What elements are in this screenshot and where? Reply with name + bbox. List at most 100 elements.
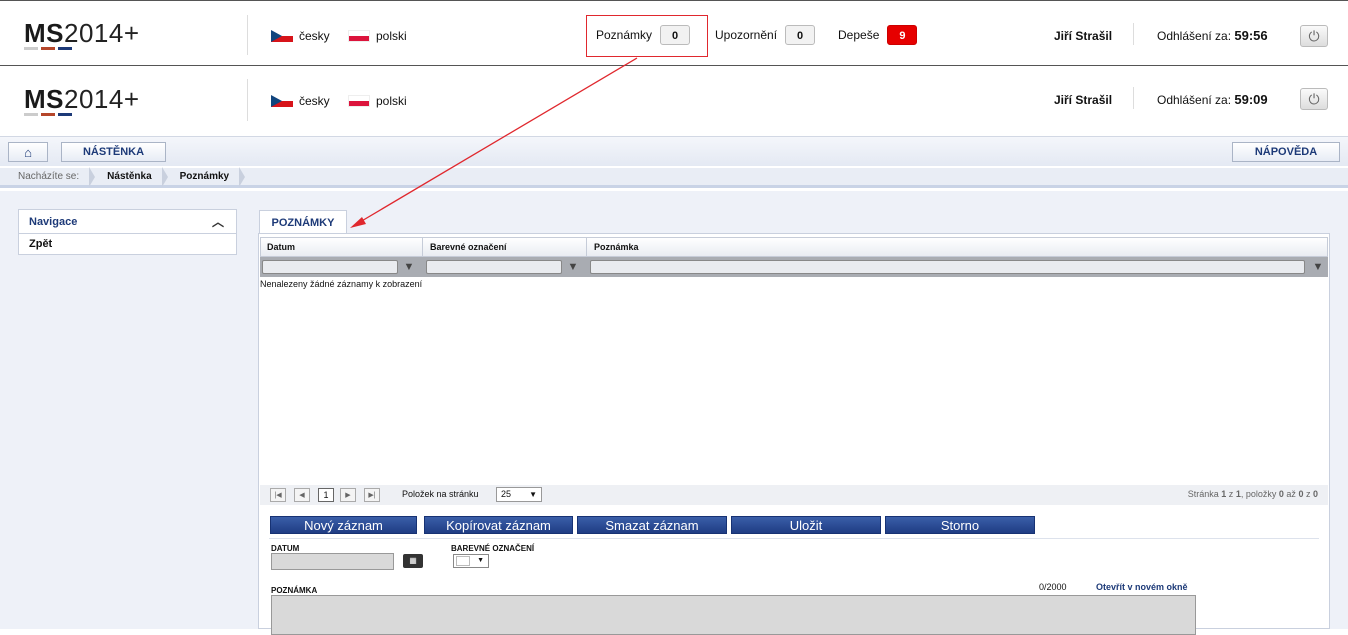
divider <box>1133 23 1134 45</box>
breadcrumb-prefix: Nacházíte se: <box>0 166 96 187</box>
page-size-select[interactable]: 25 ▼ <box>496 487 542 502</box>
pager-text: , položky <box>1240 489 1277 499</box>
logo-ms: MS <box>24 84 64 114</box>
logout-label: Odhlášení za: <box>1157 93 1232 107</box>
chevron-up-icon: ︿ <box>211 215 224 229</box>
filter-icon[interactable]: ▼ <box>567 260 579 274</box>
lang-pl-label: polski <box>376 29 407 43</box>
logo-year: 2014+ <box>64 18 140 48</box>
nav-item-back[interactable]: Zpět <box>19 234 236 254</box>
pager-text: z <box>1305 489 1311 499</box>
first-page-icon[interactable]: |◀ <box>270 488 286 502</box>
delete-record-button[interactable]: Smazat záznam <box>577 516 727 534</box>
logo[interactable]: MS2014+ <box>24 18 140 49</box>
logo-year: 2014+ <box>64 84 140 114</box>
logout-time: 59:56 <box>1234 28 1268 43</box>
pager-text: až <box>1286 489 1296 499</box>
date-input[interactable] <box>271 553 394 570</box>
next-page-icon[interactable]: ▶ <box>340 488 356 502</box>
col-date[interactable]: Datum <box>261 238 423 256</box>
page-size-label: Položek na stránku <box>402 489 479 499</box>
logo-ms: MS <box>24 18 64 48</box>
navigation-panel: Navigace ︿ Zpět <box>18 209 237 255</box>
power-icon[interactable]: ⏻ <box>1300 25 1328 47</box>
cz-flag-icon <box>271 95 293 107</box>
home-icon: ⌂ <box>24 144 32 160</box>
logout-timer: Odhlášení za: 59:09 <box>1157 92 1268 107</box>
messages-counter[interactable]: Depeše 9 <box>838 25 918 45</box>
logo-bars <box>24 113 72 116</box>
help-button[interactable]: NÁPOVĚDA <box>1232 142 1340 162</box>
col-note[interactable]: Poznámka <box>588 238 1328 256</box>
lang-pl[interactable]: polski <box>348 94 407 108</box>
toolbar: ⌂ NÁSTĚNKA NÁPOVĚDA <box>0 136 1348 166</box>
empty-message: Nenalezeny žádné záznamy k zobrazení <box>260 279 423 289</box>
calendar-icon[interactable]: ▦ <box>403 554 423 568</box>
warnings-badge: 0 <box>785 25 816 45</box>
divider <box>247 79 248 121</box>
navigation-header[interactable]: Navigace ︿ <box>19 210 236 234</box>
filter-note-input[interactable] <box>590 260 1305 274</box>
filter-color-input[interactable] <box>426 260 562 274</box>
power-icon[interactable]: ⏻ <box>1300 88 1328 110</box>
current-page-input[interactable]: 1 <box>318 488 334 502</box>
pager: |◀ ◀ 1 ▶ ▶| Položek na stránku 25 ▼ Strán… <box>260 485 1328 505</box>
tab-notes[interactable]: POZNÁMKY <box>259 210 347 234</box>
last-page-icon[interactable]: ▶| <box>364 488 380 502</box>
prev-page-icon[interactable]: ◀ <box>294 488 310 502</box>
page-size-value: 25 <box>501 489 512 499</box>
user-name[interactable]: Jiří Strašil <box>1054 29 1112 43</box>
warnings-label: Upozornění <box>715 28 778 42</box>
logout-time: 59:09 <box>1234 92 1268 107</box>
navigation-title: Navigace <box>29 215 78 228</box>
breadcrumb-dashboard[interactable]: Nástěnka <box>89 166 169 187</box>
color-label: BAREVNÉ OZNAČENÍ <box>451 544 535 553</box>
pager-page: 1 <box>1221 489 1227 499</box>
lang-pl-label: polski <box>376 94 407 108</box>
pl-flag-icon <box>348 95 370 107</box>
messages-badge: 9 <box>887 25 918 45</box>
breadcrumb-notes[interactable]: Poznámky <box>162 166 246 187</box>
cancel-button[interactable]: Storno <box>885 516 1035 534</box>
open-new-window-link[interactable]: Otevřít v novém okně <box>1096 582 1188 592</box>
logout-timer: Odhlášení za: 59:56 <box>1157 28 1268 43</box>
note-textarea[interactable] <box>271 595 1196 635</box>
pager-text: Stránka <box>1187 489 1219 499</box>
divider <box>1133 87 1134 109</box>
filter-icon[interactable]: ▼ <box>1312 260 1324 274</box>
pl-flag-icon <box>348 30 370 42</box>
notes-panel: Datum Barevné označení Poznámka ▼ ▼ ▼ Ne… <box>258 233 1330 635</box>
lang-pl[interactable]: polski <box>348 29 407 43</box>
note-label: POZNÁMKA <box>271 586 318 595</box>
pager-from: 0 <box>1278 489 1284 499</box>
user-name[interactable]: Jiří Strašil <box>1054 93 1112 107</box>
pager-text: z <box>1228 489 1234 499</box>
copy-record-button[interactable]: Kopírovat záznam <box>424 516 573 534</box>
char-count: 0/2000 <box>1039 582 1067 592</box>
filter-row: ▼ ▼ ▼ <box>260 257 1328 277</box>
logo[interactable]: MS2014+ <box>24 84 140 115</box>
highlight-box <box>586 15 708 57</box>
warnings-counter[interactable]: Upozornění 0 <box>715 25 816 45</box>
lang-cz[interactable]: česky <box>271 29 330 43</box>
filter-date-input[interactable] <box>262 260 398 274</box>
color-select[interactable]: ▼ <box>453 554 489 568</box>
lang-cz-label: česky <box>299 29 330 43</box>
home-button[interactable]: ⌂ <box>8 142 48 162</box>
messages-label: Depeše <box>838 28 880 42</box>
save-button[interactable]: Uložit <box>731 516 881 534</box>
breadcrumb: Nacházíte se: Nástěnka Poznámky <box>0 166 1348 188</box>
new-record-button[interactable]: Nový záznam <box>270 516 417 534</box>
filter-icon[interactable]: ▼ <box>403 260 415 274</box>
pager-summary: Stránka 1 z 1, položky 0 až 0 z 0 <box>1188 489 1318 499</box>
lang-cz-label: česky <box>299 94 330 108</box>
pager-total: 0 <box>1312 489 1318 499</box>
chevron-down-icon: ▼ <box>529 490 537 499</box>
lang-cz[interactable]: česky <box>271 94 330 108</box>
dashboard-button[interactable]: NÁSTĚNKA <box>61 142 166 162</box>
color-swatch <box>456 556 470 566</box>
col-color[interactable]: Barevné označení <box>424 238 587 256</box>
pager-to: 0 <box>1298 489 1304 499</box>
logout-label: Odhlášení za: <box>1157 29 1232 43</box>
logo-bars <box>24 47 72 50</box>
